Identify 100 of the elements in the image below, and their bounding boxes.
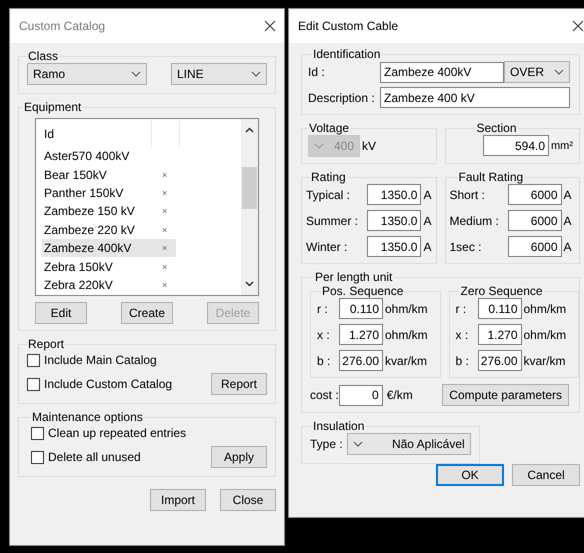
dialog-button[interactable]: OK [436,464,504,486]
checkbox[interactable] [27,354,40,366]
checkbox-label: Clean up repeated entries [48,426,186,440]
scrollbar[interactable] [241,119,258,295]
report-button[interactable]: Report [211,373,267,395]
group-label: Section [476,121,518,135]
type-select[interactable]: OVER [504,61,570,83]
field-label: Medium : [450,214,500,228]
scroll-thumb[interactable] [242,167,257,209]
chevron-down-icon [314,143,324,149]
list-row[interactable]: Zambeze 220 kV × [42,220,176,239]
description-field[interactable]: Zambeze 400 kV [380,87,570,108]
dialog-button[interactable]: Close [220,489,276,511]
field-label: 1sec : [450,240,483,254]
field-label: cost : [310,388,339,402]
field-label: b : [456,354,470,368]
mark: × [162,280,168,290]
mark: × [162,206,168,216]
group-label: Equipment [23,100,82,114]
checkbox[interactable] [31,426,44,440]
mark: × [162,170,168,180]
insulation-select[interactable]: Não Aplicável [346,433,471,455]
unit-label: A [422,188,432,202]
scroll-down-icon[interactable] [245,281,254,287]
apply-button[interactable]: Apply [211,446,267,468]
dialog-button[interactable]: Import [150,489,206,511]
list-row[interactable]: Aster570 400kV [42,147,176,166]
unit-label: ohm/km [522,328,566,342]
group-label: Identification [312,47,382,61]
value-field[interactable]: 0.110 [339,298,383,319]
value-field[interactable]: 0.110 [478,298,522,319]
chevron-down-icon [352,441,363,447]
value-field[interactable]: 1.270 [339,324,383,345]
column-header[interactable]: Id [42,121,152,147]
window-title: Edit Custom Cable [298,19,398,33]
field-label: r : [317,302,329,316]
group-label: Voltage [308,121,350,135]
dialog-button[interactable]: Cancel [512,464,580,486]
unit-label: ohm/km [522,302,566,316]
unit-label: A [562,240,572,254]
unit-label: kvar/km [522,354,566,368]
unit-label: ohm/km [384,302,428,316]
value-field[interactable]: 1350.0 [367,210,422,231]
close-icon[interactable] [264,20,276,32]
chevron-down-icon [554,69,564,75]
list-action-button[interactable]: Create [121,302,173,324]
id-field[interactable]: Zambeze 400kV [380,62,504,82]
value-field[interactable]: 276.00 [478,350,522,371]
group-label: Insulation [312,419,366,433]
field-label: Winter : [306,240,348,254]
cost-field[interactable]: 0 [338,384,383,406]
mark: × [162,224,168,235]
unit-label: kV [361,139,376,153]
list-action-button[interactable]: Edit [35,302,87,324]
checkbox[interactable] [27,378,40,390]
value-field[interactable]: 6000 [508,236,562,257]
unit-label: ohm/km [384,328,428,342]
value-field[interactable]: 1350.0 [367,184,422,205]
value-field[interactable]: 6000 [508,184,562,205]
field-label: Short : [450,188,486,202]
value-field[interactable]: 6000 [508,210,562,231]
unit-label: mm² [550,140,573,152]
field-label: Type : [310,437,343,451]
compute-parameters-button[interactable]: Compute parameters [442,384,569,406]
field-label: Description : [308,90,376,104]
group-label: Report [27,337,66,351]
field-label: Summer : [306,214,360,228]
list-row[interactable]: Bear 150kV × [42,165,176,184]
mark: × [162,262,168,272]
value-field[interactable]: 276.00 [339,350,383,371]
group-label: Rating [310,170,347,184]
list-row[interactable]: Zebra 220kV × [42,276,176,294]
group-label: Pos. Sequence [321,284,404,298]
value-field[interactable]: 594.0 [483,135,549,156]
field-label: Id : [308,65,326,79]
field-label: x : [317,328,331,342]
unit-label: A [422,214,432,228]
scroll-up-icon[interactable] [245,127,254,133]
close-icon[interactable] [572,20,584,32]
mark: × [162,188,168,198]
value-field[interactable]: 1350.0 [367,236,422,257]
group-label: Maintenance options [31,410,144,424]
chevron-down-icon [251,71,261,77]
group-label: Class [27,49,60,63]
field-label: x : [456,328,470,342]
chevron-down-icon [131,71,141,77]
list-row[interactable]: Zebra 150kV × [42,257,176,276]
class-select[interactable]: LINE [171,63,267,85]
unit-label: A [562,188,572,202]
list-row[interactable]: Panther 150kV × [42,184,176,202]
checkbox-label: Include Main Catalog [44,353,157,367]
field-label: Typical : [306,188,352,202]
checkbox-label: Include Custom Catalog [44,377,172,391]
class-select[interactable]: Ramo [27,63,147,85]
list-row[interactable]: Zambeze 150 kV × [42,202,176,221]
list-row[interactable]: Zambeze 400kV × [42,238,176,258]
checkbox-label: Delete all unused [48,450,141,464]
value-field[interactable]: 1.270 [478,324,522,345]
group-label: Fault Rating [458,170,524,184]
checkbox[interactable] [31,450,44,464]
